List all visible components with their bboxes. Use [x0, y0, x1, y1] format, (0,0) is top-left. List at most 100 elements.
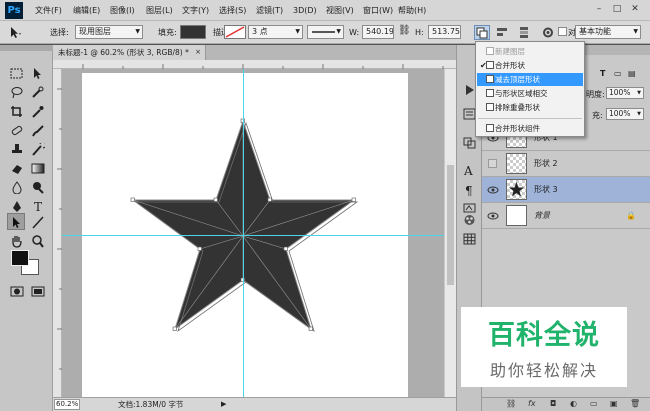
- link-icon[interactable]: ⛓: [398, 25, 411, 37]
- menu-view[interactable]: 视图(V): [326, 4, 354, 17]
- layer-row-background[interactable]: 背景 🔒: [482, 203, 650, 229]
- path-alignment-icon[interactable]: [494, 25, 510, 40]
- fill-opacity-field[interactable]: 100% ▼: [606, 108, 644, 120]
- ruler-vertical[interactable]: [53, 69, 62, 397]
- document-tab[interactable]: 未标题-1 @ 60.2% (形状 3, RGB/8) * ×: [53, 45, 206, 60]
- move-tool[interactable]: [29, 65, 47, 82]
- zoom-field[interactable]: 60.2%: [54, 399, 80, 410]
- menu-file[interactable]: 文件(F): [35, 4, 62, 17]
- align-edges-checkbox[interactable]: [558, 27, 567, 36]
- eye-icon[interactable]: [487, 210, 499, 222]
- healing-brush-tool[interactable]: [8, 122, 26, 139]
- link-layers-icon[interactable]: ⛓: [506, 399, 516, 408]
- menu-select[interactable]: 选择(S): [219, 4, 246, 17]
- zoom-tool[interactable]: [29, 233, 47, 250]
- eye-icon[interactable]: [487, 184, 499, 196]
- paragraph-icon[interactable]: ¶: [462, 183, 477, 198]
- path-operations-icon[interactable]: [474, 25, 490, 40]
- document-info[interactable]: 文档:1.83M/0 字节: [118, 400, 183, 410]
- grid-icon[interactable]: [462, 232, 477, 246]
- history-brush-tool[interactable]: [29, 141, 47, 158]
- status-arrow-icon[interactable]: ▶: [221, 400, 226, 408]
- lasso-tool[interactable]: [8, 84, 26, 101]
- menu-item-combine-shapes[interactable]: ✔ 合并形状: [477, 59, 583, 72]
- fx-icon[interactable]: fx: [528, 399, 536, 408]
- trash-icon[interactable]: 🗑: [630, 399, 640, 408]
- new-layer-icon[interactable]: ▣: [610, 399, 618, 408]
- menu-type[interactable]: 文字(Y): [182, 4, 209, 17]
- path-selection-tool[interactable]: [7, 213, 25, 230]
- vertical-guide[interactable]: [243, 69, 244, 397]
- ruler-horizontal[interactable]: [53, 60, 460, 69]
- blur-tool[interactable]: [8, 179, 26, 196]
- minimize-icon[interactable]: –: [592, 3, 606, 16]
- character-icon[interactable]: A: [462, 163, 477, 178]
- width-field[interactable]: 540.19: [362, 25, 394, 39]
- scrollbar-thumb[interactable]: [447, 165, 454, 285]
- crop-tool[interactable]: [8, 103, 26, 120]
- quick-mask-icon[interactable]: [8, 283, 26, 300]
- maximize-icon[interactable]: □: [610, 3, 624, 16]
- menu-item-merge-components[interactable]: 合并形状组件: [477, 122, 583, 135]
- close-icon[interactable]: ✕: [628, 3, 642, 16]
- new-group-icon[interactable]: ▭: [590, 399, 598, 408]
- menu-help[interactable]: 帮助(H): [398, 4, 426, 17]
- path-arrangement-icon[interactable]: [516, 25, 532, 40]
- adjustment-layer-icon[interactable]: ◐: [570, 399, 577, 408]
- stroke-width-field[interactable]: 3 点 ▼: [248, 25, 303, 39]
- layer-row-shape-3[interactable]: 形状 3: [482, 177, 650, 203]
- svg-text:¶: ¶: [465, 184, 473, 197]
- vertical-scrollbar[interactable]: [444, 69, 456, 397]
- hand-tool[interactable]: [8, 233, 26, 250]
- shape-filter-icon[interactable]: ▭: [614, 69, 622, 78]
- brush-tool[interactable]: [29, 122, 47, 139]
- menu-item-new-layer[interactable]: 新建图层: [477, 45, 583, 58]
- canvas-workspace[interactable]: [62, 69, 444, 397]
- foreground-color-swatch-top[interactable]: [11, 250, 29, 266]
- brush-preset-icon[interactable]: [462, 135, 477, 149]
- screen-mode-icon[interactable]: [29, 283, 47, 300]
- height-field[interactable]: 513.75: [428, 25, 461, 39]
- menu-window[interactable]: 窗口(W): [363, 4, 393, 17]
- layer-name[interactable]: 背景: [534, 211, 550, 221]
- line-tool[interactable]: [29, 214, 47, 231]
- select-dropdown[interactable]: 现用图层 ▼: [75, 25, 143, 39]
- quick-selection-tool[interactable]: [29, 84, 47, 101]
- dodge-tool[interactable]: [29, 179, 47, 196]
- eraser-tool[interactable]: [8, 160, 26, 177]
- layer-name[interactable]: 形状 2: [534, 159, 558, 169]
- fill-swatch[interactable]: [180, 25, 206, 39]
- menu-item-exclude-overlap[interactable]: 排除重叠形状: [477, 101, 583, 114]
- path-selection-tool-icon[interactable]: [6, 24, 22, 39]
- swatches-icon[interactable]: [462, 213, 477, 227]
- menu-separator: [478, 118, 582, 119]
- menu-item-intersect-shapes[interactable]: 与形状区域相交: [477, 87, 583, 100]
- workspace-dropdown[interactable]: 基本功能 ▼: [575, 25, 641, 39]
- layers-panel-footer: ⛓ fx ◘ ◐ ▭ ▣ 🗑: [482, 397, 650, 411]
- close-tab-icon[interactable]: ×: [195, 45, 201, 60]
- fill-label: 填充:: [158, 28, 177, 37]
- gradient-tool[interactable]: [29, 160, 47, 177]
- menu-3d[interactable]: 3D(D): [293, 4, 317, 17]
- menu-layer[interactable]: 图层(L): [146, 4, 173, 17]
- horizontal-guide[interactable]: [62, 235, 444, 236]
- stroke-swatch[interactable]: [224, 25, 246, 39]
- select-value: 现用图层: [79, 27, 111, 36]
- menu-image[interactable]: 图像(I): [110, 4, 135, 17]
- add-mask-icon[interactable]: ◘: [550, 399, 556, 408]
- marquee-tool[interactable]: [8, 65, 26, 82]
- layer-row-shape-2[interactable]: 形状 2: [482, 151, 650, 177]
- menu-item-subtract-front-shape[interactable]: 减去顶层形状: [477, 73, 583, 86]
- hidden-visibility-box[interactable]: [488, 159, 497, 168]
- type-filter-icon[interactable]: T: [600, 69, 605, 78]
- layer-name[interactable]: 形状 3: [534, 185, 558, 195]
- smart-object-filter-icon[interactable]: ▤: [628, 69, 636, 78]
- menu-filter[interactable]: 滤镜(T): [256, 4, 283, 17]
- type-tool[interactable]: T: [29, 198, 47, 215]
- menu-edit[interactable]: 编辑(E): [73, 4, 100, 17]
- eyedropper-tool[interactable]: [29, 103, 47, 120]
- stroke-type-dropdown[interactable]: ▼: [307, 25, 344, 39]
- opacity-field[interactable]: 100% ▼: [606, 87, 644, 99]
- clone-stamp-tool[interactable]: [8, 141, 26, 158]
- settings-gear-icon[interactable]: [540, 25, 556, 40]
